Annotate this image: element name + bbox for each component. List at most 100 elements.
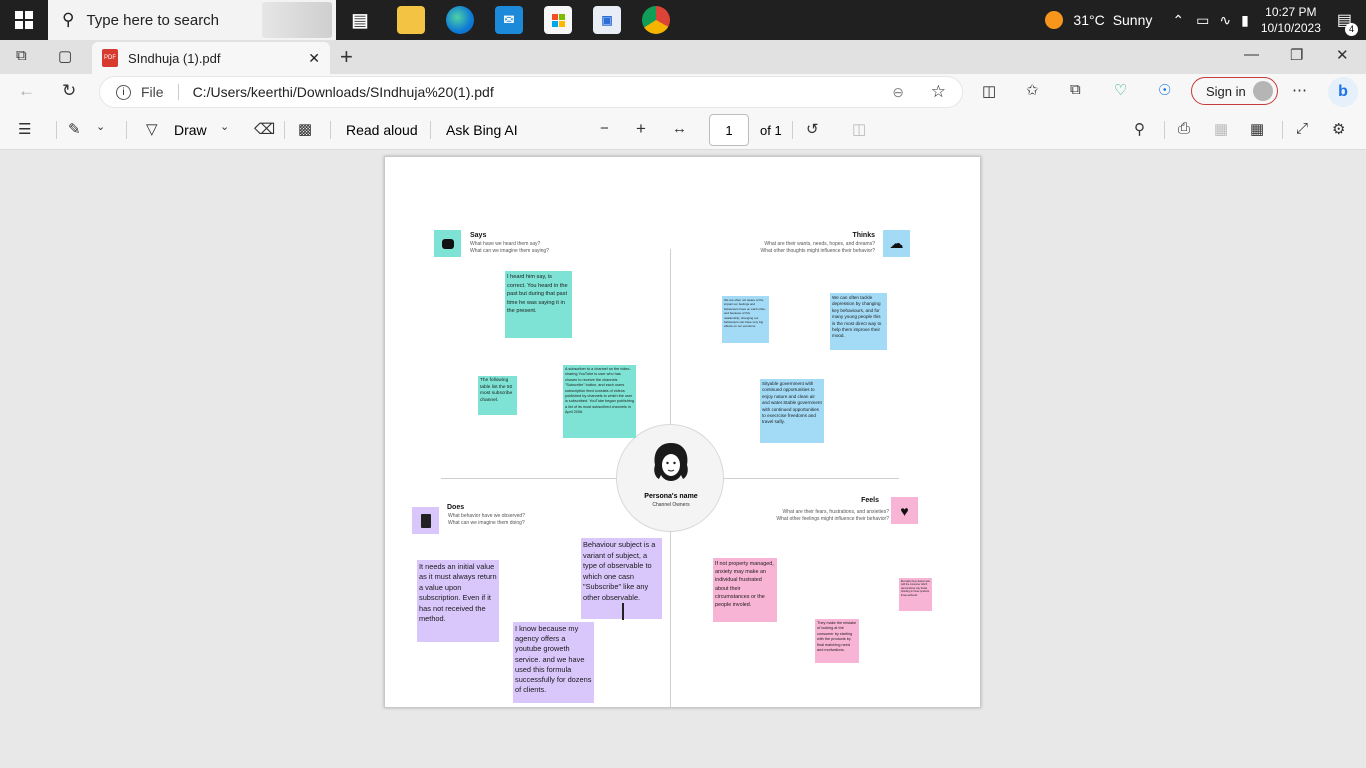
draw-button[interactable]: Draw bbox=[174, 122, 207, 138]
collections-icon[interactable]: ⧉ bbox=[1070, 81, 1081, 98]
battery-icon[interactable]: ▮ bbox=[1241, 12, 1249, 29]
text-cursor bbox=[622, 603, 624, 620]
search-placeholder: Type here to search bbox=[86, 11, 220, 29]
zoom-in-button-icon[interactable]: + bbox=[636, 119, 646, 139]
workspaces-icon[interactable]: ⧉ bbox=[16, 47, 27, 64]
feels-note-3: But sadly they interpet care with the co… bbox=[899, 578, 932, 611]
file-explorer-icon[interactable] bbox=[397, 6, 425, 34]
clipboard-icon bbox=[412, 507, 439, 534]
refresh-icon[interactable]: ↻ bbox=[62, 81, 76, 101]
toolbar-divider bbox=[1164, 121, 1165, 139]
speech-bubble-icon bbox=[434, 230, 461, 257]
highlight-dropdown-icon[interactable]: ⌄ bbox=[96, 120, 105, 133]
sun-icon bbox=[1045, 11, 1064, 29]
page-number-input[interactable]: 1 bbox=[709, 114, 749, 146]
minimize-icon[interactable]: — bbox=[1244, 46, 1259, 63]
heart-icon: ♥ bbox=[891, 497, 918, 524]
feels-title: Feels bbox=[861, 497, 879, 504]
wifi-icon[interactable]: ∿ bbox=[1219, 12, 1231, 29]
toolbar-divider bbox=[430, 121, 431, 139]
pdf-page: Persona's name Channel Owners Says What … bbox=[384, 156, 981, 708]
says-note-1: I heard him say, is correct. You heard i… bbox=[505, 271, 572, 338]
does-subtitle-2: What can we imagine them doing? bbox=[448, 520, 525, 526]
pdf-search-icon[interactable]: ⚲ bbox=[1134, 120, 1145, 138]
microsoft-store-icon[interactable] bbox=[544, 6, 572, 34]
does-subtitle-1: What behavior have we observed? bbox=[448, 513, 525, 519]
settings-gear-icon[interactable]: ⚙ bbox=[1332, 120, 1345, 138]
search-highlight-image-icon bbox=[262, 2, 332, 38]
start-button[interactable] bbox=[0, 0, 48, 40]
says-subtitle-1: What have we heard them say? bbox=[470, 241, 541, 247]
photos-icon[interactable]: ▣ bbox=[593, 6, 621, 34]
thought-cloud-icon: ☁ bbox=[883, 230, 910, 257]
sign-in-button[interactable]: Sign in bbox=[1191, 77, 1278, 105]
highlight-icon[interactable]: ✎ bbox=[68, 120, 81, 138]
bing-copilot-icon[interactable]: b bbox=[1328, 77, 1358, 107]
table-of-contents-icon[interactable]: ☰ bbox=[18, 120, 31, 138]
does-note-1: It needs an initial value as it must alw… bbox=[417, 560, 499, 642]
windows-logo-icon bbox=[15, 11, 33, 29]
split-screen-icon[interactable]: ◫ bbox=[982, 82, 996, 100]
avatar-icon bbox=[1253, 81, 1273, 101]
info-icon[interactable]: i bbox=[116, 84, 131, 100]
print-icon[interactable]: ⎙ bbox=[1178, 120, 1190, 137]
weather-temp: 31°C bbox=[1073, 12, 1105, 28]
taskbar-search-box[interactable]: ⚲ Type here to search bbox=[48, 0, 336, 40]
clock-time: 10:27 PM bbox=[1265, 5, 1317, 19]
says-subtitle-2: What can we imagine them saying? bbox=[470, 248, 549, 254]
back-icon[interactable]: ← bbox=[18, 81, 35, 101]
fullscreen-icon[interactable]: ⤢ bbox=[1296, 120, 1308, 137]
notification-center-icon[interactable]: ▤ 4 bbox=[1337, 10, 1358, 36]
draw-dropdown-icon[interactable]: ⌄ bbox=[220, 120, 229, 133]
add-text-icon[interactable]: ▩ bbox=[298, 120, 312, 138]
mail-icon[interactable]: ✉ bbox=[495, 6, 523, 34]
zoom-out-button-icon[interactable]: − bbox=[600, 120, 609, 137]
feels-note-2: They make the mistake of looking at the … bbox=[815, 619, 859, 663]
browser-essentials-icon[interactable]: ♡ bbox=[1114, 81, 1127, 99]
save-as-icon[interactable]: ▦ bbox=[1250, 120, 1264, 138]
clock[interactable]: 10:27 PM 10/10/2023 bbox=[1261, 4, 1321, 36]
taskbar: ⚲ Type here to search ▤ ✉ ▣ 31°C Sunny ⌃… bbox=[0, 0, 1366, 40]
device-icon[interactable]: ▭ bbox=[1196, 12, 1209, 29]
system-tray: 31°C Sunny ⌃ ▭ ∿ ▮ 10:27 PM 10/10/2023 ▤… bbox=[1045, 0, 1366, 40]
save-icon[interactable]: ▦ bbox=[1214, 120, 1228, 138]
thinks-note-3: Sityable government with continued oppor… bbox=[760, 379, 824, 443]
ask-bing-button[interactable]: Ask Bing AI bbox=[446, 122, 518, 138]
favorites-icon[interactable]: ✩ bbox=[1026, 81, 1039, 99]
close-tab-icon[interactable]: ✕ bbox=[308, 50, 320, 67]
tab-pdf[interactable]: PDF SIndhuja (1).pdf ✕ bbox=[92, 42, 330, 74]
says-note-2: The following table list the 50 most sub… bbox=[478, 376, 517, 415]
new-tab-icon[interactable]: + bbox=[340, 44, 353, 70]
more-menu-icon[interactable]: ⋯ bbox=[1292, 81, 1307, 99]
rotate-icon[interactable]: ↺ bbox=[806, 120, 819, 138]
thinks-subtitle-2: What other thoughts might influence thei… bbox=[760, 248, 875, 254]
favorite-star-icon[interactable]: ☆ bbox=[931, 82, 946, 102]
toolbar-divider bbox=[56, 121, 57, 139]
toolbar-divider bbox=[284, 121, 285, 139]
address-url: C:/Users/keerthi/Downloads/SIndhuja%20(1… bbox=[192, 84, 494, 100]
sign-in-label: Sign in bbox=[1206, 83, 1246, 99]
zoom-out-icon[interactable]: ⊖ bbox=[892, 84, 904, 101]
draw-icon[interactable]: ▽ bbox=[146, 120, 158, 138]
toolbar-divider bbox=[126, 121, 127, 139]
ie-mode-icon[interactable]: ☉ bbox=[1158, 81, 1171, 99]
address-bar[interactable]: i File C:/Users/keerthi/Downloads/SIndhu… bbox=[100, 77, 962, 107]
toolbar-divider bbox=[330, 121, 331, 139]
says-title: Says bbox=[470, 232, 487, 239]
pdf-file-icon: PDF bbox=[102, 49, 118, 67]
page-view-icon[interactable]: ◫ bbox=[852, 120, 866, 138]
chrome-icon[interactable] bbox=[642, 6, 670, 34]
read-aloud-button[interactable]: Read aloud bbox=[346, 122, 418, 138]
edge-taskbar-icon[interactable] bbox=[446, 6, 474, 34]
does-title: Does bbox=[447, 504, 465, 511]
toolbar-divider bbox=[792, 121, 793, 139]
fit-width-icon[interactable]: ↔ bbox=[672, 120, 687, 137]
eraser-icon[interactable]: ⌫ bbox=[254, 120, 275, 138]
tab-title: SIndhuja (1).pdf bbox=[128, 50, 221, 66]
persona-avatar-icon bbox=[649, 441, 693, 485]
task-view-icon[interactable]: ▤ bbox=[346, 6, 374, 34]
maximize-icon[interactable]: ❐ bbox=[1290, 46, 1303, 64]
window-close-icon[interactable]: ✕ bbox=[1336, 46, 1349, 64]
tab-actions-icon[interactable]: ▢ bbox=[58, 47, 72, 65]
chevron-up-icon[interactable]: ⌃ bbox=[1172, 12, 1184, 29]
